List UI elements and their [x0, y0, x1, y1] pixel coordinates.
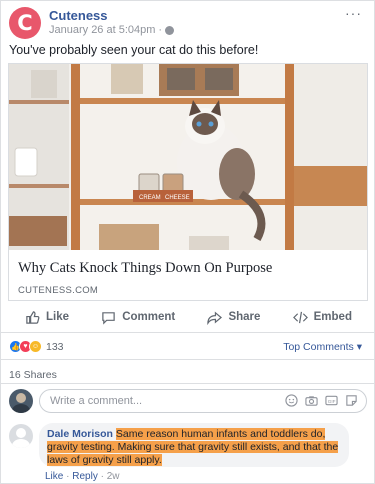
emoji-icon[interactable] [285, 394, 298, 407]
code-icon [292, 311, 308, 323]
link-domain: CUTENESS.COM [18, 285, 99, 296]
shares-count[interactable]: 16 Shares [9, 369, 57, 381]
share-arrow-icon [207, 311, 223, 325]
haha-reaction-icon: ☺ [29, 340, 42, 353]
comment-actions-separator: · [66, 471, 70, 482]
cheese-label: CHEESE [165, 195, 190, 201]
post-meta: January 26 at 5:04pm · [49, 24, 175, 36]
comment-reply-link[interactable]: Reply [72, 471, 98, 482]
page-avatar[interactable]: C [9, 7, 41, 39]
comment-actions: Like · Reply · 2w [45, 471, 120, 482]
like-button-label: Like [46, 311, 70, 323]
embed-button-label: Embed [313, 311, 352, 323]
comment-like-link[interactable]: Like [45, 471, 63, 482]
cat-photo: CREAM CHEESE [9, 64, 367, 250]
share-button-label: Share [228, 311, 261, 323]
post-actions-bar: Like Comment Share Embed [9, 306, 368, 328]
like-button[interactable]: Like [25, 310, 69, 325]
share-button[interactable]: Share [207, 310, 260, 325]
comment-button-label: Comment [122, 311, 176, 323]
write-comment-input[interactable]: Write a comment... GIF [39, 389, 367, 413]
comment-input-icons: GIF [285, 394, 358, 407]
page-name-link[interactable]: Cuteness [49, 8, 108, 23]
link-preview-card[interactable]: CREAM CHEESE Why Cats Knock Things Down … [8, 63, 368, 301]
gif-icon[interactable]: GIF [325, 394, 338, 407]
embed-button[interactable]: Embed [292, 310, 352, 325]
cream-label: CREAM [139, 195, 161, 201]
sticker-icon[interactable] [345, 394, 358, 407]
meta-separator: · [158, 24, 163, 36]
facebook-post: C Cuteness January 26 at 5:04pm · ··· Yo… [0, 0, 375, 484]
comment-time[interactable]: 2w [107, 471, 120, 482]
comment-input-placeholder: Write a comment... [50, 395, 143, 407]
reaction-count: 133 [46, 340, 64, 353]
post-status-text: You've probably seen your cat do this be… [9, 43, 259, 57]
more-options-icon[interactable]: ··· [345, 5, 362, 21]
globe-icon [165, 25, 175, 35]
post-timestamp[interactable]: January 26 at 5:04pm [49, 24, 155, 36]
comment-actions-separator: · [100, 471, 104, 482]
camera-icon[interactable] [305, 394, 318, 407]
divider [1, 332, 375, 333]
link-title[interactable]: Why Cats Knock Things Down On Purpose [18, 260, 272, 277]
divider [1, 383, 375, 384]
current-user-avatar [9, 389, 33, 413]
svg-text:GIF: GIF [328, 399, 336, 404]
comment-author-link[interactable]: Dale Morison [47, 428, 113, 440]
comment-button[interactable]: Comment [101, 310, 175, 325]
commenter-avatar[interactable] [9, 424, 33, 448]
reactions-summary[interactable]: 👍 ♥ ☺ 133 [9, 340, 64, 353]
thumbs-up-icon [26, 310, 40, 324]
top-comments-dropdown[interactable]: Top Comments ▾ [283, 341, 362, 353]
comment-icon [102, 311, 115, 325]
divider [1, 359, 375, 360]
comment-bubble: Dale Morison Same reason human infants a… [39, 423, 349, 467]
post-header: C Cuteness January 26 at 5:04pm · ··· [9, 5, 366, 39]
